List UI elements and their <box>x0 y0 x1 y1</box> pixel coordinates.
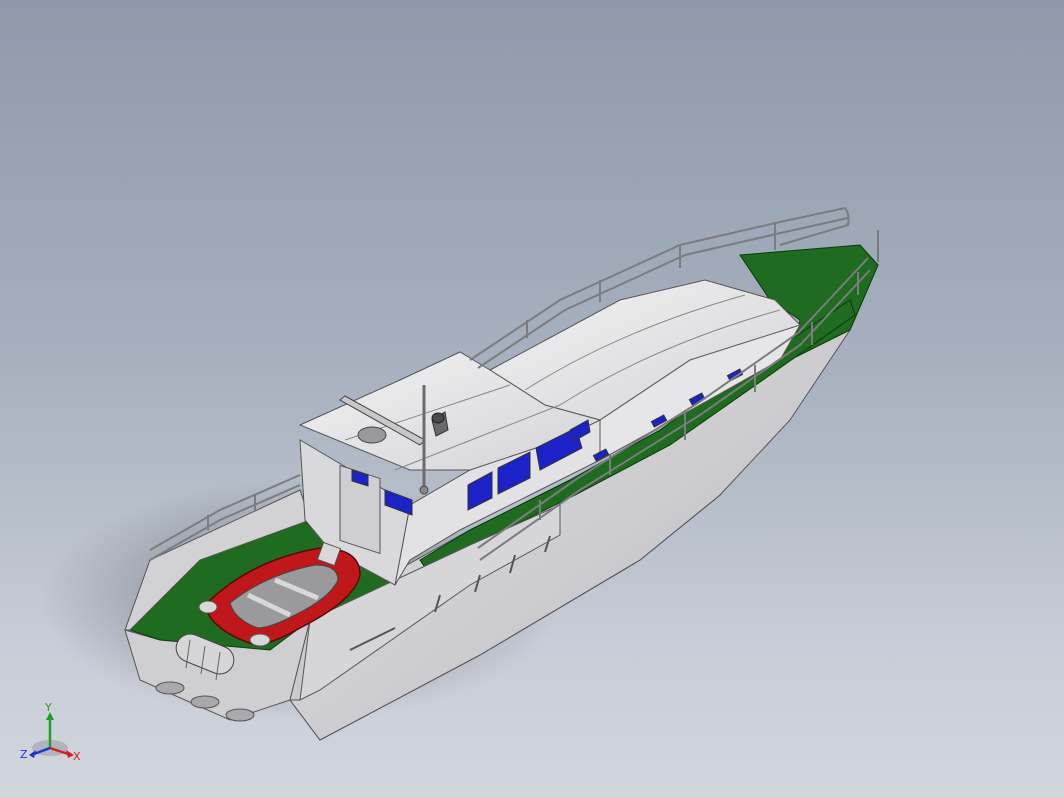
boat-model[interactable] <box>0 0 1064 798</box>
triad-y-label: Y <box>44 701 52 714</box>
triad-z-arrow-icon <box>29 750 36 758</box>
mast-light <box>419 485 429 495</box>
triad-x-label: X <box>73 750 81 763</box>
view-triad[interactable]: Y X Z <box>18 700 88 770</box>
radar-dome <box>357 426 387 444</box>
graphics-viewport[interactable]: Y X Z <box>0 0 1064 798</box>
triad-z-label: Z <box>20 748 28 761</box>
